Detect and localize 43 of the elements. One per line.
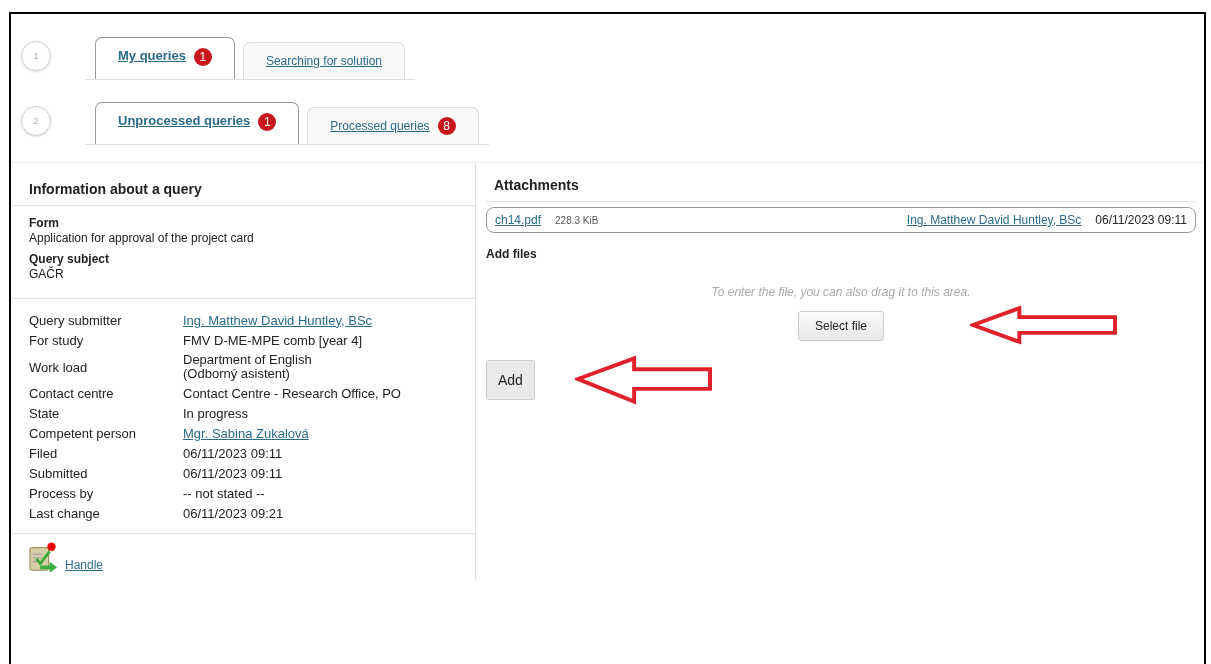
field-label: Last change (29, 506, 101, 521)
section-label: Add files (486, 247, 538, 261)
field-value: 06/11/2023 09:21 (183, 506, 285, 521)
drop-hint: To enter the file, you can also drag it to this area. (711, 285, 971, 299)
field-label: Competent person (29, 426, 137, 441)
file-link[interactable]: ch14.pdf (495, 213, 542, 227)
field-label: Query submitter (29, 313, 123, 328)
person-link[interactable]: Ing. Matthew David Huntley, BSc (183, 313, 457, 328)
panel-title: Information about a query (11, 163, 475, 206)
field-label: Filed (29, 446, 59, 461)
count-badge: 1 (258, 113, 277, 131)
field-value: Application for approval of the project card (29, 230, 255, 246)
field-value: In progress (183, 406, 250, 421)
tab[interactable]: Searching for solution (242, 42, 405, 79)
field-value: 06/11/2023 09:11 (183, 446, 284, 461)
select-file-button[interactable]: Select file (798, 311, 884, 341)
field-value: 06/11/2023 09:11 (183, 466, 284, 481)
field-value: FMV D-ME-MPE comb [year 4] (183, 333, 364, 348)
count-badge: 1 (193, 48, 212, 66)
tab[interactable]: My queries 1 (95, 37, 235, 79)
field-label: Work load (29, 359, 89, 375)
field-label: Contact centre (29, 386, 115, 401)
file-date: 06/11/2023 09:11 (1095, 213, 1187, 227)
field-value: Department of English (Odborný asistent) (183, 353, 313, 381)
handle-link[interactable]: Handle (65, 558, 104, 572)
field-label: State (29, 406, 61, 421)
file-size: 228.3 KiB (555, 214, 599, 226)
field-value: -- not stated -- (183, 486, 266, 501)
count-badge: 8 (437, 117, 456, 135)
tab[interactable]: Unprocessed queries 1 (95, 102, 300, 144)
field-value: Contact Centre - Research Office, PO (183, 386, 402, 401)
field-label: Submitted (29, 466, 89, 481)
field-label: Form (29, 216, 60, 230)
field-value: GAČR (29, 266, 65, 282)
add-button[interactable]: Add (486, 360, 535, 400)
person-link[interactable]: Ing. Matthew David Huntley, BSc (906, 213, 1082, 227)
person-link[interactable]: Mgr. Sabina Zukalová (183, 426, 457, 441)
document-check-icon[interactable] (29, 542, 59, 572)
field-label: Query subject (29, 252, 111, 266)
panel-title: Attachments (486, 163, 1196, 202)
field-label: Process by (29, 486, 95, 501)
tab[interactable]: Processed queries 8 (307, 107, 479, 144)
field-label: For study (29, 333, 85, 348)
